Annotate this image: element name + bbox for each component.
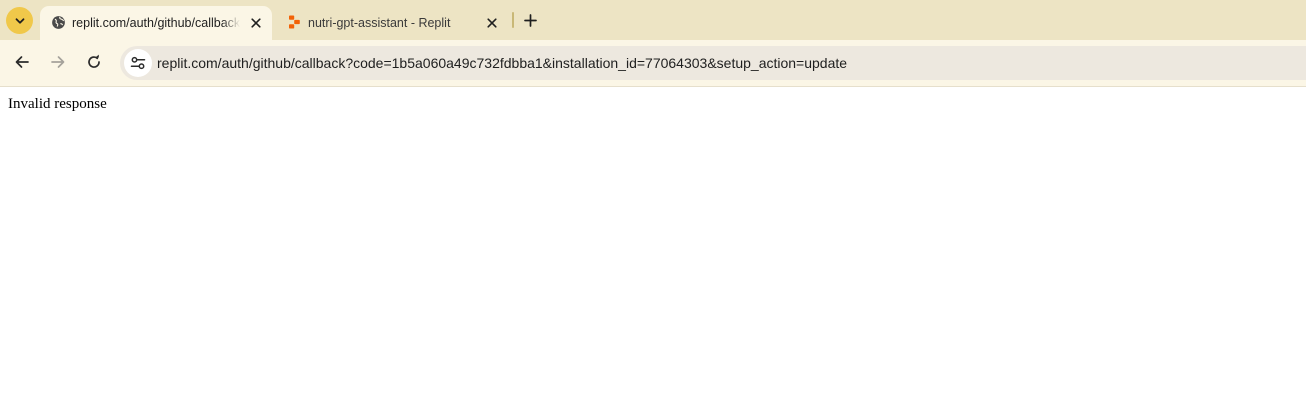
url-text[interactable]: replit.com/auth/github/callback?code=1b5…: [157, 54, 847, 72]
arrow-left-icon: [15, 56, 29, 68]
address-bar[interactable]: replit.com/auth/github/callback?code=1b5…: [120, 46, 1306, 80]
new-tab-button[interactable]: [518, 8, 542, 32]
arrow-right-icon: [51, 56, 65, 68]
tab-strip: replit.com/auth/github/callback?code=1b5…: [0, 0, 1306, 40]
tab-github-callback[interactable]: replit.com/auth/github/callback?code=1b5…: [40, 6, 272, 40]
back-button[interactable]: [7, 47, 37, 77]
close-tab-icon[interactable]: [246, 13, 266, 33]
tab-title: nutri-gpt-assistant - Replit: [308, 16, 451, 30]
close-tab-icon[interactable]: [482, 13, 502, 33]
page-content: Invalid response: [0, 87, 1306, 416]
tune-icon: [130, 56, 146, 70]
replit-logo-icon: [286, 14, 302, 30]
globe-icon: [50, 14, 66, 30]
forward-button[interactable]: [43, 47, 73, 77]
error-message: Invalid response: [8, 96, 107, 112]
site-info-button[interactable]: [124, 49, 152, 77]
reload-icon: [88, 54, 100, 68]
tab-search-button[interactable]: [6, 7, 33, 34]
plus-icon: [523, 13, 537, 27]
tab-divider: [512, 12, 514, 28]
reload-button[interactable]: [79, 47, 109, 77]
chevron-down-icon: [15, 17, 24, 24]
browser-toolbar: replit.com/auth/github/callback?code=1b5…: [0, 40, 1306, 86]
tab-replit-project[interactable]: nutri-gpt-assistant - Replit: [276, 6, 508, 40]
tab-title: replit.com/auth/github/callback?code=1b5…: [72, 16, 240, 30]
